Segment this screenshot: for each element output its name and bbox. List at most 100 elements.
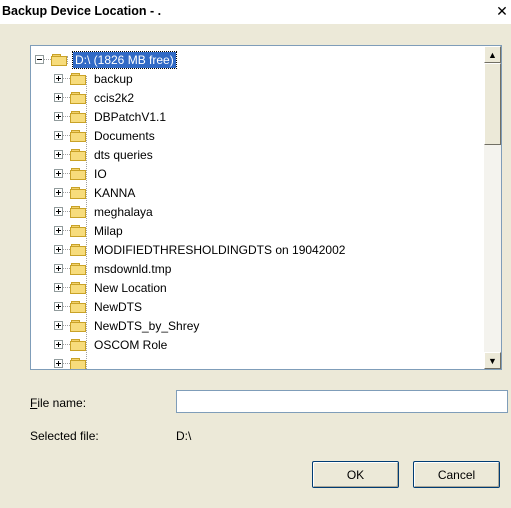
- close-icon[interactable]: ✕: [495, 3, 509, 19]
- tree-connector: [63, 363, 70, 364]
- tree-item[interactable]: dts queries: [54, 145, 155, 164]
- expand-icon[interactable]: [54, 340, 63, 349]
- tree-connector: [63, 306, 70, 307]
- file-name-label: File name:: [30, 396, 86, 410]
- ok-button-label: OK: [346, 467, 365, 482]
- tree-connector: [63, 116, 70, 117]
- expand-icon[interactable]: [54, 321, 63, 330]
- tree-connector: [63, 97, 70, 98]
- tree-item-label: New Location: [94, 280, 167, 295]
- tree-item-label: ccis2k2: [94, 90, 135, 105]
- tree-item-label: Milap: [94, 223, 123, 238]
- folder-icon: [70, 110, 88, 124]
- cancel-button-label: Cancel: [437, 467, 476, 482]
- scroll-up-button[interactable]: ▲: [484, 46, 501, 63]
- selected-file-label: Selected file:: [30, 429, 99, 443]
- expand-icon[interactable]: [54, 226, 63, 235]
- tree-connector: [63, 154, 70, 155]
- tree-connector: [63, 192, 70, 193]
- folder-icon: [70, 281, 88, 295]
- tree-connector: [63, 173, 70, 174]
- selected-file-value: D:\: [176, 429, 192, 443]
- tree-item-root[interactable]: D:\ (1826 MB free): [35, 50, 177, 69]
- folder-icon: [70, 148, 88, 162]
- tree-item-label: Documents: [94, 128, 155, 143]
- tree-item-partial[interactable]: [54, 354, 92, 369]
- tree-connector: [63, 249, 70, 250]
- tree-item-label: dts queries: [94, 147, 153, 162]
- expand-icon[interactable]: [54, 245, 63, 254]
- tree-connector: [63, 268, 70, 269]
- tree-item[interactable]: New Location: [54, 278, 169, 297]
- folder-icon: [70, 72, 88, 86]
- expand-icon[interactable]: [54, 169, 63, 178]
- expand-icon[interactable]: [54, 188, 63, 197]
- tree-item[interactable]: KANNA: [54, 183, 137, 202]
- expand-icon[interactable]: [54, 112, 63, 121]
- window-title: Backup Device Location - .: [2, 4, 162, 18]
- expand-icon[interactable]: [54, 359, 63, 368]
- folder-icon: [70, 205, 88, 219]
- tree-connector: [63, 325, 70, 326]
- tree-item-label: MODIFIEDTHRESHOLDINGDTS on 19042002: [94, 242, 346, 257]
- expand-icon[interactable]: [54, 74, 63, 83]
- tree-connector: [63, 287, 70, 288]
- scroll-down-button[interactable]: ▼: [484, 352, 501, 369]
- expand-icon[interactable]: [54, 150, 63, 159]
- tree-item[interactable]: NewDTS_by_Shrey: [54, 316, 201, 335]
- tree-item[interactable]: msdownld.tmp: [54, 259, 173, 278]
- tree-connector: [63, 230, 70, 231]
- folder-icon: [70, 357, 88, 369]
- tree-item[interactable]: IO: [54, 164, 109, 183]
- tree-item[interactable]: Documents: [54, 126, 157, 145]
- vertical-scrollbar[interactable]: ▲ ▼: [484, 46, 501, 369]
- tree-item[interactable]: Milap: [54, 221, 125, 240]
- tree-item-label: DBPatchV1.1: [94, 109, 167, 124]
- tree-item-label: IO: [94, 166, 107, 181]
- expand-icon[interactable]: [54, 131, 63, 140]
- scroll-down-icon: ▼: [488, 355, 497, 366]
- title-bar: Backup Device Location - . ✕: [0, 0, 511, 24]
- folder-tree[interactable]: D:\ (1826 MB free) backup ccis2k2 DBPatchV…: [30, 45, 502, 370]
- folder-icon: [70, 186, 88, 200]
- tree-item-label: D:\ (1826 MB free): [72, 50, 177, 69]
- collapse-icon[interactable]: [35, 55, 44, 64]
- tree-item-label: meghalaya: [94, 204, 153, 219]
- folder-icon: [70, 319, 88, 333]
- folder-icon: [70, 224, 88, 238]
- tree-item-label: NewDTS: [94, 299, 143, 314]
- ok-button[interactable]: OK: [312, 461, 399, 488]
- open-folder-icon: [51, 53, 69, 67]
- folder-icon: [70, 338, 88, 352]
- tree-item-label: msdownld.tmp: [94, 261, 172, 276]
- tree-item[interactable]: backup: [54, 69, 135, 88]
- scroll-up-icon: ▲: [488, 49, 497, 60]
- tree-item[interactable]: NewDTS: [54, 297, 144, 316]
- folder-icon: [70, 91, 88, 105]
- tree-item[interactable]: ccis2k2: [54, 88, 136, 107]
- tree-connector: [44, 59, 51, 60]
- tree-item[interactable]: MODIFIEDTHRESHOLDINGDTS on 19042002: [54, 240, 347, 259]
- tree-item-label: OSCOM Role: [94, 337, 168, 352]
- expand-icon[interactable]: [54, 302, 63, 311]
- expand-icon[interactable]: [54, 93, 63, 102]
- folder-icon: [70, 262, 88, 276]
- tree-item-label: NewDTS_by_Shrey: [94, 318, 200, 333]
- folder-icon: [70, 300, 88, 314]
- file-name-field[interactable]: [176, 390, 508, 413]
- tree-item[interactable]: meghalaya: [54, 202, 155, 221]
- cancel-button[interactable]: Cancel: [413, 461, 500, 488]
- expand-icon[interactable]: [54, 264, 63, 273]
- tree-item[interactable]: DBPatchV1.1: [54, 107, 168, 126]
- tree-connector: [63, 344, 70, 345]
- scroll-thumb[interactable]: [484, 63, 501, 145]
- tree-item-label: backup: [94, 71, 133, 86]
- file-name-label-text: ile name:: [37, 396, 87, 410]
- expand-icon[interactable]: [54, 283, 63, 292]
- expand-icon[interactable]: [54, 207, 63, 216]
- tree-item-label: KANNA: [94, 185, 136, 200]
- tree-connector: [63, 135, 70, 136]
- tree-connector: [63, 78, 70, 79]
- tree-item[interactable]: OSCOM Role: [54, 335, 169, 354]
- tree-rows: D:\ (1826 MB free) backup ccis2k2 DBPatchV…: [31, 46, 481, 369]
